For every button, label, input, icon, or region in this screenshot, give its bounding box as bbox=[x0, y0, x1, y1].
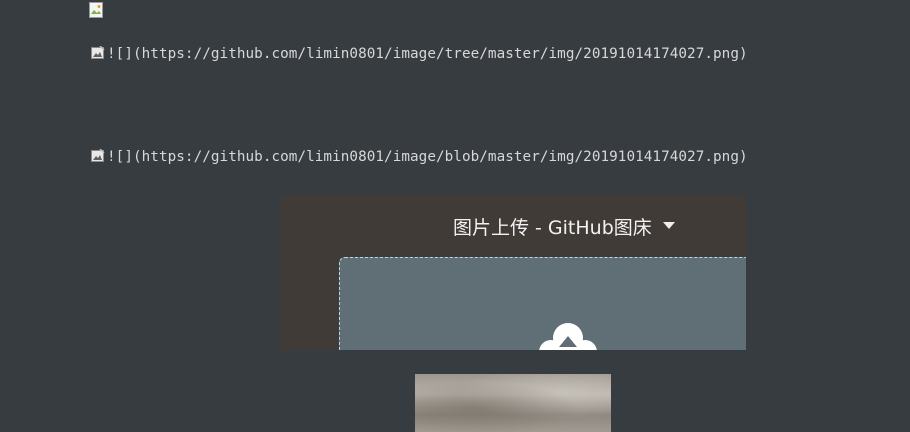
markdown-image-line: ![](https://github.com/limin0801/image/t… bbox=[91, 45, 748, 63]
upload-page-title: 图片上传 - GitHub图床 bbox=[453, 217, 652, 239]
broken-image-icon bbox=[91, 149, 105, 162]
caret-down-icon bbox=[663, 222, 675, 229]
markdown-image-text: ![](https://github.com/limin0801/image/b… bbox=[107, 149, 748, 165]
upload-dropzone bbox=[339, 257, 746, 350]
cloud-upload-icon bbox=[539, 323, 597, 350]
markdown-image-line: ![](https://github.com/limin0801/image/b… bbox=[91, 148, 748, 166]
broken-image-icon bbox=[89, 2, 103, 18]
photo-image bbox=[415, 374, 611, 432]
embedded-screenshot: 图片上传 - GitHub图床 bbox=[280, 195, 746, 350]
markdown-image-text: ![](https://github.com/limin0801/image/t… bbox=[107, 46, 748, 62]
broken-image-icon bbox=[91, 46, 105, 59]
